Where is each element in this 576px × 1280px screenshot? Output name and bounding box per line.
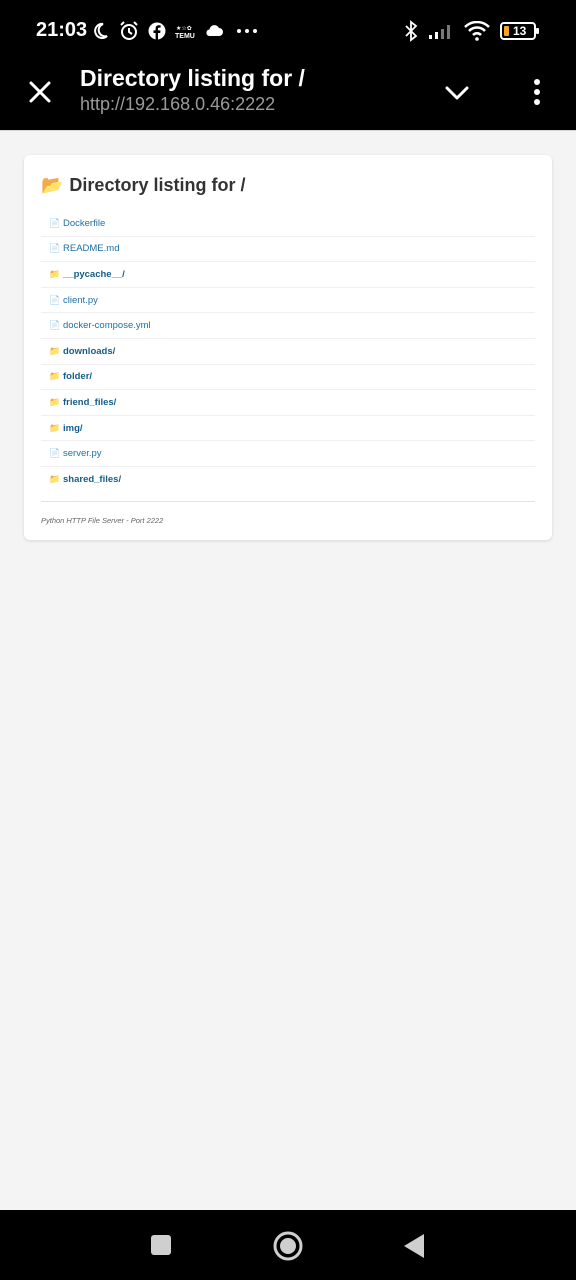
file-icon: 📄 xyxy=(49,243,61,254)
folder-icon: 📁 xyxy=(49,396,61,407)
svg-text:★☆✿: ★☆✿ xyxy=(176,25,192,32)
listing-heading-text: Directory listing for / xyxy=(69,174,246,195)
file-link[interactable]: README.md xyxy=(63,243,119,254)
file-link[interactable]: Dockerfile xyxy=(63,218,105,229)
chevron-down-icon[interactable] xyxy=(442,78,472,108)
battery-icon: 13 xyxy=(500,22,539,40)
file-link[interactable]: img/ xyxy=(63,423,83,434)
folder-icon: 📁 xyxy=(49,474,61,485)
file-row[interactable]: 📄 client.py xyxy=(41,288,535,314)
web-content: 📂 Directory listing for / 📄 Dockerfile 📄 RE… xyxy=(0,130,576,1210)
page-title: Directory listing for / xyxy=(80,65,305,91)
file-row[interactable]: 📄 Dockerfile xyxy=(41,211,535,237)
signal-icon xyxy=(429,25,450,39)
system-nav-bar xyxy=(0,1210,576,1280)
status-bar: 21:03 ★☆✿ TEMU 13 xyxy=(0,0,576,60)
listing-card: 📂 Directory listing for / 📄 Dockerfile 📄 RE… xyxy=(24,155,552,540)
status-icons-left: ★☆✿ TEMU xyxy=(90,20,258,42)
file-link[interactable]: friend_files/ xyxy=(63,397,116,408)
cloud-icon xyxy=(206,25,223,36)
close-icon[interactable] xyxy=(24,76,56,108)
temu-icon: ★☆✿ TEMU xyxy=(175,25,195,40)
file-link[interactable]: client.py xyxy=(63,295,98,306)
recents-button[interactable] xyxy=(150,1234,172,1256)
back-button[interactable] xyxy=(402,1232,426,1260)
status-time: 21:03 xyxy=(36,19,88,41)
file-row[interactable]: 📁 img/ xyxy=(41,416,535,442)
wifi-icon xyxy=(464,21,490,41)
file-row[interactable]: 📁 shared_files/ xyxy=(41,467,535,493)
folder-icon: 📁 xyxy=(49,345,61,356)
folder-icon: 📁 xyxy=(49,422,61,433)
file-icon: 📄 xyxy=(49,217,61,228)
moon-icon xyxy=(94,22,108,39)
more-dots-icon xyxy=(237,29,257,33)
bluetooth-icon xyxy=(405,20,418,42)
page-url[interactable]: http://192.168.0.46:2222 xyxy=(80,94,305,115)
home-button[interactable] xyxy=(272,1230,304,1262)
file-row[interactable]: 📄 README.md xyxy=(41,237,535,263)
file-row[interactable]: 📄 docker-compose.yml xyxy=(41,313,535,339)
facebook-icon xyxy=(148,22,166,40)
file-icon: 📄 xyxy=(49,294,61,305)
status-icons-right: 13 xyxy=(404,20,539,42)
alarm-icon xyxy=(120,21,138,40)
file-link[interactable]: server.py xyxy=(63,448,102,459)
file-list: 📄 Dockerfile 📄 README.md 📁 __pycache__/📄 clien… xyxy=(41,211,535,493)
file-icon: 📄 xyxy=(49,320,61,331)
file-link[interactable]: folder/ xyxy=(63,371,92,382)
file-row[interactable]: 📁 downloads/ xyxy=(41,339,535,365)
divider xyxy=(41,500,535,502)
file-link[interactable]: docker-compose.yml xyxy=(63,320,151,331)
more-vert-icon[interactable] xyxy=(528,76,546,108)
title-block: Directory listing for / http://192.168.0… xyxy=(80,64,305,115)
file-link[interactable]: downloads/ xyxy=(63,346,115,357)
browser-app-bar: Directory listing for / http://192.168.0… xyxy=(0,60,576,130)
battery-level: 13 xyxy=(513,24,527,38)
file-row[interactable]: 📄 server.py xyxy=(41,441,535,467)
file-row[interactable]: 📁 __pycache__/ xyxy=(41,262,535,288)
svg-text:TEMU: TEMU xyxy=(175,33,195,40)
file-icon: 📄 xyxy=(49,448,61,459)
server-footer: Python HTTP File Server - Port 2222 xyxy=(41,515,164,525)
file-link[interactable]: shared_files/ xyxy=(63,474,121,485)
listing-heading: 📂 Directory listing for / xyxy=(41,173,535,197)
file-row[interactable]: 📁 friend_files/ xyxy=(41,390,535,416)
folder-icon: 📁 xyxy=(49,371,61,382)
folder-icon: 📁 xyxy=(49,268,61,279)
open-folder-icon: 📂 xyxy=(41,174,64,195)
file-link[interactable]: __pycache__/ xyxy=(63,269,125,280)
file-row[interactable]: 📁 folder/ xyxy=(41,365,535,391)
